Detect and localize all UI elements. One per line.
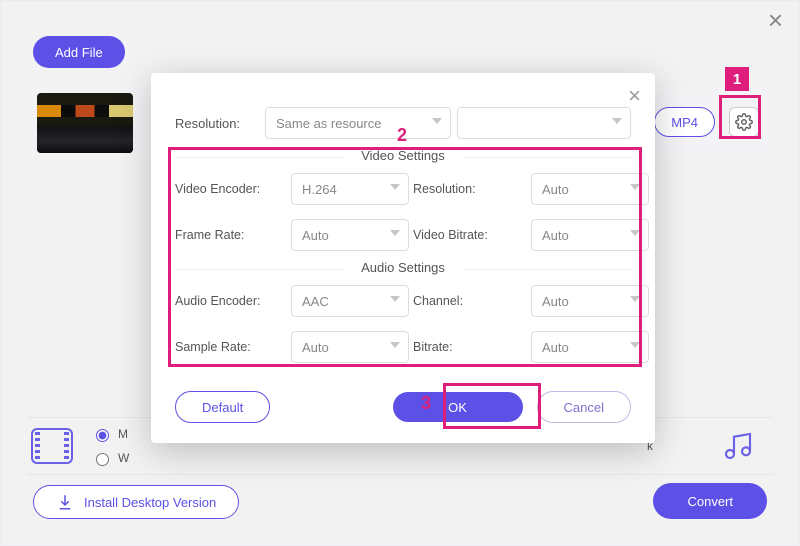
audio-encoder-select[interactable]: AAC: [291, 285, 409, 317]
radio-option-a[interactable]: M: [91, 426, 129, 442]
v-resolution-label: Resolution:: [413, 182, 525, 196]
format-chip[interactable]: MP4: [654, 107, 715, 137]
sample-rate-select[interactable]: Auto: [291, 331, 409, 363]
audio-encoder-label: Audio Encoder:: [175, 294, 285, 308]
video-encoder-label: Video Encoder:: [175, 182, 285, 196]
format-radios: M W: [91, 426, 129, 466]
settings-modal: × Resolution: Same as resource Video Set…: [151, 73, 655, 443]
close-icon[interactable]: ×: [768, 5, 783, 36]
video-encoder-select[interactable]: H.264: [291, 173, 409, 205]
video-section-title: Video Settings: [343, 148, 463, 163]
add-file-button[interactable]: Add File: [33, 36, 125, 68]
install-desktop-button[interactable]: Install Desktop Version: [33, 485, 239, 519]
settings-button[interactable]: [729, 107, 759, 137]
video-bitrate-select[interactable]: Auto: [531, 219, 649, 251]
frame-rate-label: Frame Rate:: [175, 228, 285, 242]
download-icon: [56, 493, 74, 511]
modal-close-icon[interactable]: ×: [628, 83, 641, 109]
resolution-select-main[interactable]: Same as resource: [265, 107, 451, 139]
cancel-button[interactable]: Cancel: [537, 391, 631, 423]
audio-settings-section: Audio Settings Audio Encoder: AAC Channe…: [175, 269, 631, 363]
music-icon[interactable]: [721, 430, 755, 462]
frame-rate-select[interactable]: Auto: [291, 219, 409, 251]
a-bitrate-label: Bitrate:: [413, 340, 525, 354]
resolution-select-aux[interactable]: [457, 107, 631, 139]
film-icon: [31, 428, 73, 464]
radio-option-b[interactable]: W: [91, 450, 129, 466]
default-button[interactable]: Default: [175, 391, 270, 423]
ok-button[interactable]: OK: [393, 392, 523, 422]
a-bitrate-select[interactable]: Auto: [531, 331, 649, 363]
video-bitrate-label: Video Bitrate:: [413, 228, 525, 242]
channel-label: Channel:: [413, 294, 525, 308]
convert-button[interactable]: Convert: [653, 483, 767, 519]
v-resolution-select[interactable]: Auto: [531, 173, 649, 205]
gear-icon: [735, 113, 753, 131]
app-root: × Add File MP4 M W k Install Desktop Ver…: [0, 0, 800, 546]
channel-select[interactable]: Auto: [531, 285, 649, 317]
video-thumbnail[interactable]: [37, 93, 133, 153]
sample-rate-label: Sample Rate:: [175, 340, 285, 354]
video-settings-section: Video Settings Video Encoder: H.264 Reso…: [175, 157, 631, 251]
audio-section-title: Audio Settings: [343, 260, 463, 275]
resolution-label: Resolution:: [175, 116, 265, 131]
